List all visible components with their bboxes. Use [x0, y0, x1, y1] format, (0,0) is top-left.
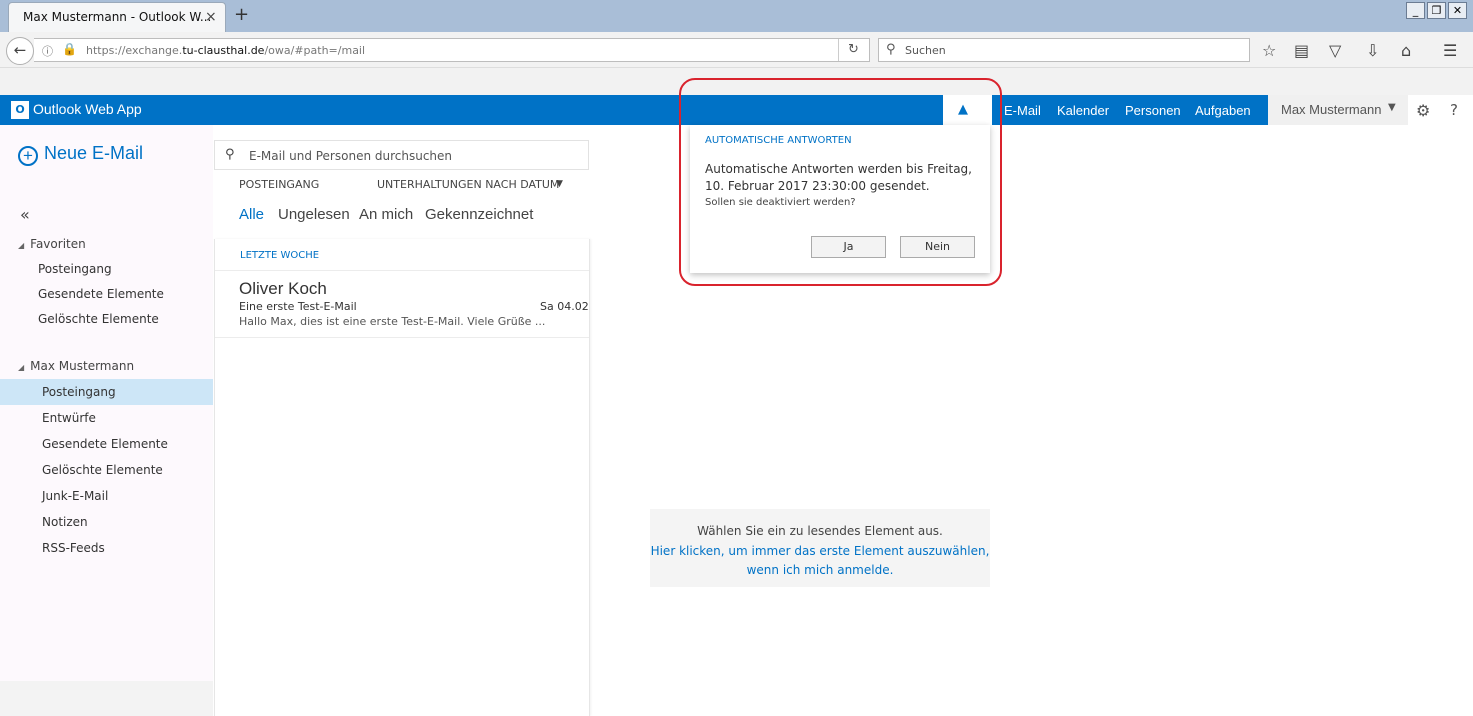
restore-button[interactable]: ❐: [1427, 2, 1446, 19]
bookmark-star-icon[interactable]: ☆: [1262, 41, 1276, 60]
close-window-button[interactable]: ✕: [1448, 2, 1467, 19]
divider: [215, 270, 589, 271]
new-mail-button[interactable]: + Neue E-Mail: [18, 143, 143, 166]
minimize-button[interactable]: _: [1406, 2, 1425, 19]
chevron-down-icon[interactable]: ▼: [556, 179, 563, 189]
user-menu[interactable]: Max Mustermann ▼: [1268, 95, 1408, 125]
favorites-header[interactable]: ◢ Favoriten: [18, 237, 86, 251]
account-header[interactable]: ◢ Max Mustermann: [18, 359, 134, 373]
url-text[interactable]: https://exchange.tu-clausthal.de/owa/#pa…: [86, 44, 365, 57]
folder-inbox[interactable]: Posteingang: [0, 379, 213, 405]
gear-icon[interactable]: ⚙: [1416, 101, 1430, 120]
mail-search-input[interactable]: ⚲ E-Mail und Personen durchsuchen: [214, 140, 589, 170]
folder-sent[interactable]: Gesendete Elemente: [0, 431, 213, 457]
folder-title: POSTEINGANG: [239, 178, 320, 191]
settings-area: ⚙ ?: [1408, 95, 1473, 125]
browser-navbar: ← ⓘ 🔒 https://exchange.tu-clausthal.de/o…: [0, 32, 1473, 68]
nav-calendar[interactable]: Kalender: [1057, 103, 1109, 118]
message-item[interactable]: Oliver Koch Eine erste Test-E-Mail Sa 04…: [215, 272, 589, 338]
reading-pane-hint: Wählen Sie ein zu lesendes Element aus. …: [650, 509, 990, 587]
folder-pane-footer: [0, 681, 213, 716]
back-button[interactable]: ←: [6, 37, 34, 65]
url-bar[interactable]: ⓘ 🔒 https://exchange.tu-clausthal.de/owa…: [34, 38, 870, 62]
folder-rss[interactable]: RSS-Feeds: [0, 535, 213, 561]
url-separator: [838, 39, 839, 61]
browser-search-placeholder: Suchen: [905, 44, 946, 57]
mail-search-placeholder: E-Mail und Personen durchsuchen: [249, 149, 453, 163]
folder-deleted[interactable]: Gelöschte Elemente: [0, 457, 213, 483]
user-name: Max Mustermann: [1281, 102, 1382, 117]
nav-tasks[interactable]: Aufgaben: [1195, 103, 1251, 118]
filter-to-me[interactable]: An mich: [359, 206, 413, 223]
group-header: LETZTE WOCHE: [240, 250, 320, 261]
filter-unread[interactable]: Ungelesen: [278, 206, 350, 223]
home-icon[interactable]: ⌂: [1401, 41, 1411, 60]
app-title: Outlook Web App: [33, 101, 142, 117]
expand-triangle-icon: ◢: [18, 241, 25, 250]
browser-tab[interactable]: Max Mustermann - Outlook W... ×: [8, 2, 226, 32]
nav-people[interactable]: Personen: [1125, 103, 1181, 118]
reload-icon[interactable]: ↻: [848, 42, 859, 57]
chevron-down-icon: ▼: [1388, 102, 1396, 113]
reading-list-icon[interactable]: ▤: [1294, 41, 1309, 60]
message-preview: Hallo Max, dies ist eine erste Test-E-Ma…: [239, 315, 546, 328]
favorite-inbox[interactable]: Posteingang: [0, 256, 213, 282]
message-sender: Oliver Koch: [239, 279, 327, 298]
filter-all[interactable]: Alle: [239, 206, 264, 223]
search-icon: ⚲: [886, 42, 896, 57]
message-list: LETZTE WOCHE Oliver Koch Eine erste Test…: [214, 239, 590, 716]
tab-title: Max Mustermann - Outlook W...: [23, 10, 212, 24]
folder-notes[interactable]: Notizen: [0, 509, 213, 535]
nav-email[interactable]: E-Mail: [1004, 103, 1041, 118]
back-arrow-icon: ←: [13, 41, 27, 59]
new-tab-icon[interactable]: +: [234, 4, 249, 25]
info-icon[interactable]: ⓘ: [42, 43, 53, 59]
filter-flagged[interactable]: Gekennzeichnet: [425, 206, 533, 223]
menu-icon[interactable]: ☰: [1443, 41, 1457, 60]
download-icon[interactable]: ⇩: [1366, 41, 1379, 60]
expand-triangle-icon: ◢: [18, 363, 25, 372]
highlight-annotation: [679, 78, 1002, 286]
auto-select-link-cont[interactable]: wenn ich mich anmelde.: [650, 563, 990, 577]
favorite-sent[interactable]: Gesendete Elemente: [0, 281, 213, 307]
plus-icon: +: [18, 146, 38, 166]
reading-hint-text: Wählen Sie ein zu lesendes Element aus.: [697, 524, 943, 538]
collapse-pane-icon[interactable]: «: [20, 205, 30, 224]
folder-pane: + Neue E-Mail « ◢ Favoriten Posteingang Ge…: [0, 125, 213, 681]
message-date: Sa 04.02: [540, 300, 589, 313]
auto-select-link[interactable]: Hier klicken, um immer das erste Element…: [650, 544, 990, 558]
outlook-logo-icon: O: [11, 101, 29, 119]
lock-icon[interactable]: 🔒: [62, 42, 77, 56]
folder-junk[interactable]: Junk-E-Mail: [0, 483, 213, 509]
tab-close-icon[interactable]: ×: [205, 9, 217, 25]
folder-drafts[interactable]: Entwürfe: [0, 405, 213, 431]
search-icon: ⚲: [225, 147, 235, 162]
browser-search-field[interactable]: ⚲ Suchen: [878, 38, 1250, 62]
new-mail-label: Neue E-Mail: [44, 143, 144, 163]
window-controls: _ ❐ ✕: [1406, 2, 1467, 19]
favorite-deleted[interactable]: Gelöschte Elemente: [0, 306, 213, 332]
message-subject: Eine erste Test-E-Mail: [239, 300, 357, 313]
sort-dropdown[interactable]: UNTERHALTUNGEN NACH DATUM: [377, 178, 559, 191]
pocket-icon[interactable]: ▽: [1329, 41, 1341, 60]
help-icon[interactable]: ?: [1450, 101, 1458, 119]
browser-titlebar: Max Mustermann - Outlook W... × + _ ❐ ✕: [0, 0, 1473, 32]
